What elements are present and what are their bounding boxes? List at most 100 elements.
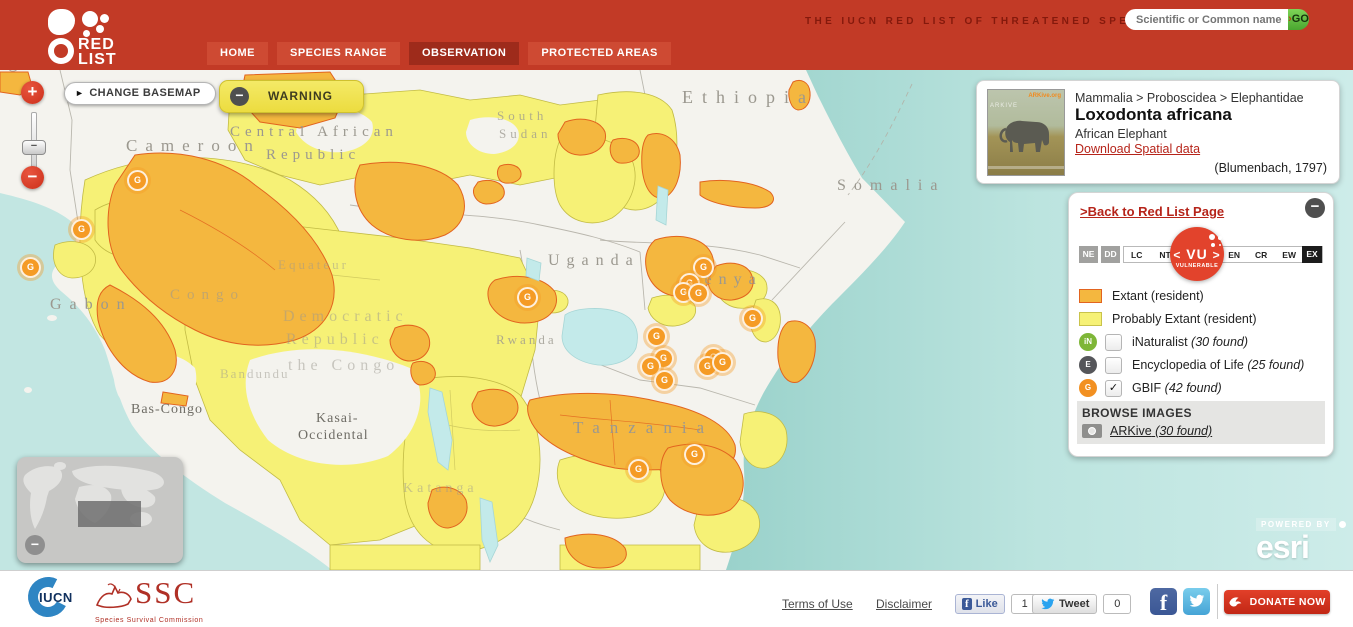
status-en: EN: [1228, 250, 1240, 260]
download-spatial-data-link[interactable]: Download Spatial data: [1075, 142, 1200, 156]
gbif-observation-marker[interactable]: G: [127, 170, 148, 191]
esri-attribution: POWERED BY esri: [1256, 516, 1346, 560]
facebook-like-widget[interactable]: fLike 1: [955, 594, 1039, 614]
ssc-logo-text: SSC: [135, 575, 196, 611]
gbif-label: GBIF (42 found): [1132, 381, 1222, 395]
gbif-observation-marker[interactable]: G: [517, 287, 538, 308]
disclaimer-link[interactable]: Disclaimer: [876, 597, 932, 611]
species-photo[interactable]: ARKive.org ARKIVE: [987, 89, 1065, 176]
iucn-logo[interactable]: IUCN: [28, 577, 76, 623]
overview-minimap[interactable]: −: [17, 457, 183, 563]
warning-label: WARNING: [268, 89, 333, 103]
tab-observation[interactable]: OBSERVATION: [409, 42, 519, 65]
gbif-checkbox[interactable]: ✓: [1105, 380, 1122, 397]
gbif-observation-marker[interactable]: G: [628, 459, 649, 480]
encyclopedia-of-life-label: Encyclopedia of Life (25 found): [1132, 358, 1304, 372]
encyclopedia-of-life-checkbox[interactable]: [1105, 357, 1122, 374]
status-lc: LC: [1131, 250, 1142, 260]
change-basemap-button[interactable]: ► CHANGE BASEMAP: [64, 82, 216, 105]
minimap-collapse-button[interactable]: −: [25, 535, 45, 555]
donate-bird-icon: [1228, 596, 1242, 608]
arkive-watermark: ARKIVE: [990, 103, 1018, 109]
facebook-icon[interactable]: f: [1150, 588, 1177, 615]
panel-collapse-button[interactable]: −: [1305, 198, 1325, 218]
redlist-logo[interactable]: REDLIST: [26, 4, 186, 66]
logo-text-list: LIST: [78, 52, 117, 67]
extant-resident-swatch: [1079, 289, 1102, 303]
logo-text-red: RED: [78, 37, 117, 52]
back-to-redlist-link[interactable]: >Back to Red List Page: [1080, 204, 1224, 219]
zoom-in-button[interactable]: +: [21, 81, 44, 104]
terms-of-use-link[interactable]: Terms of Use: [782, 597, 853, 611]
photo-credit-line: [988, 166, 1064, 169]
redlist-mini-logo-icon: [1209, 234, 1215, 240]
gbif-observation-marker[interactable]: G: [688, 283, 709, 304]
probably-extant-resident-swatch: [1079, 312, 1102, 326]
tab-protected-areas[interactable]: PROTECTED AREAS: [528, 42, 671, 65]
logo-dot-icon: [96, 25, 104, 33]
tab-species-range[interactable]: SPECIES RANGE: [277, 42, 400, 65]
warning-collapse-icon[interactable]: −: [230, 87, 249, 106]
gbif-icon: G: [1079, 379, 1097, 397]
warning-button[interactable]: − WARNING: [219, 80, 364, 113]
gbif-observation-marker[interactable]: G: [712, 352, 733, 373]
status-selected-label: VULNERABLE: [1170, 263, 1224, 269]
status-ex: EX: [1302, 246, 1322, 263]
logo-dot-icon: [82, 11, 98, 27]
ssc-subtitle: Species Survival Commission: [95, 617, 203, 624]
gbif-count: (42 found): [1165, 381, 1222, 395]
search-go-button[interactable]: ›GO: [1288, 9, 1309, 30]
iucn-map-viewer: NigeriaCameroonCentral AfricanRepublicSo…: [0, 0, 1353, 627]
facebook-f-icon: f: [962, 598, 972, 610]
arkive-brand-label: ARKive.org: [1028, 93, 1061, 99]
status-ne: NE: [1079, 246, 1098, 263]
status-next-arrow[interactable]: >: [1213, 248, 1221, 262]
site-title: THE IUCN RED LIST OF THREATENED SPECIES: [805, 16, 1166, 27]
species-info-card: ARKive.org ARKIVE Mammalia > Proboscidea…: [976, 80, 1340, 184]
footer-divider: [1217, 584, 1218, 619]
common-name: African Elephant: [1075, 127, 1167, 141]
search-input[interactable]: [1125, 9, 1288, 30]
status-cr: CR: [1255, 250, 1267, 260]
gbif-observation-marker[interactable]: G: [20, 257, 41, 278]
tweet-count: 0: [1103, 594, 1131, 614]
status-ew: EW: [1282, 250, 1296, 260]
gbif-observation-marker[interactable]: G: [646, 326, 667, 347]
status-nt: NT: [1159, 250, 1170, 260]
inaturalist-checkbox[interactable]: [1105, 334, 1122, 351]
iucn-logo-text: IUCN: [39, 590, 73, 605]
legend-row: Probably Extant (resident): [1079, 308, 1323, 330]
donate-now-button[interactable]: DONATE NOW: [1224, 590, 1330, 614]
page-footer: IUCN SSC Species Survival Commission Ter…: [0, 570, 1353, 627]
tweet-widget[interactable]: Tweet 0: [1032, 594, 1131, 614]
ssc-logo[interactable]: SSC Species Survival Commission: [93, 577, 283, 625]
tab-home[interactable]: HOME: [207, 42, 268, 65]
play-arrow-icon: ►: [75, 88, 84, 98]
esri-dot-icon: [1339, 521, 1346, 528]
gbif-observation-marker[interactable]: G: [742, 308, 763, 329]
browse-images-heading: BROWSE IMAGES: [1082, 406, 1192, 420]
status-dd: DD: [1101, 246, 1120, 263]
gbif-observation-marker[interactable]: G: [684, 444, 705, 465]
twitter-bird-icon: [1040, 598, 1055, 611]
inaturalist-label: iNaturalist (30 found): [1132, 335, 1248, 349]
species-authority: (Blumenbach, 1797): [1214, 161, 1327, 175]
logo-blob-icon: [48, 9, 75, 35]
iucn-roundel-icon: [48, 38, 74, 64]
encyclopedia-of-life-icon: E: [1079, 356, 1097, 374]
gbif-observation-marker[interactable]: G: [71, 219, 92, 240]
legend-row: G ✓ GBIF (42 found): [1079, 377, 1323, 399]
legend-row: E Encyclopedia of Life (25 found): [1079, 354, 1323, 376]
zoom-out-button[interactable]: −: [21, 166, 44, 189]
status-vu-circle: < VU > VULNERABLE: [1170, 227, 1224, 281]
logo-dot-icon: [100, 14, 109, 23]
twitter-icon[interactable]: [1183, 588, 1210, 615]
elephant-silhouette: [996, 112, 1056, 162]
species-search: ›GO: [1125, 9, 1309, 30]
gbif-observation-marker[interactable]: G: [654, 370, 675, 391]
ssc-goat-icon: [93, 581, 133, 609]
arkive-images-link[interactable]: ARKive (30 found): [1110, 424, 1212, 438]
zoom-slider-handle[interactable]: −: [22, 140, 46, 155]
status-prev-arrow[interactable]: <: [1173, 248, 1181, 262]
change-basemap-label: CHANGE BASEMAP: [89, 87, 200, 99]
